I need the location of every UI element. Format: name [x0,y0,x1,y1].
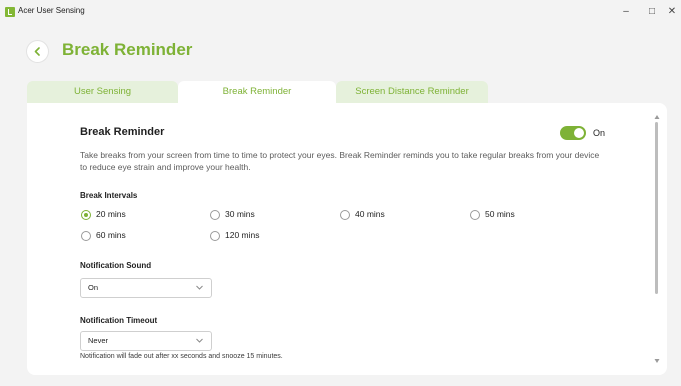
scroll-down-arrow-icon[interactable] [654,358,660,364]
page-title: Break Reminder [62,40,193,59]
radio-empty-icon [210,210,220,220]
title-bar: Acer User Sensing – □ ✕ [0,0,681,26]
tab-break-reminder[interactable]: Break Reminder [178,81,336,103]
toggle-state-label: On [593,128,606,138]
tab-screen-distance-reminder[interactable]: Screen Distance Reminder [336,81,488,103]
interval-option-label: 30 mins [225,209,255,219]
scroll-up-arrow-icon[interactable] [654,114,660,120]
toggle-knob [574,128,584,138]
minimize-button[interactable]: – [615,3,637,21]
chevron-down-icon [196,285,203,290]
back-button[interactable] [27,41,48,62]
tab-user-sensing[interactable]: User Sensing [27,81,178,103]
notification-timeout-label: Notification Timeout [80,316,158,325]
window-title: Acer User Sensing [18,6,85,15]
break-reminder-toggle[interactable] [560,126,586,140]
interval-option-label: 20 mins [96,209,126,219]
chevron-left-icon [34,47,40,56]
radio-empty-icon [210,231,220,241]
radio-selected-icon [81,210,91,220]
timeout-note: Notification will fade out after xx seco… [80,353,283,360]
radio-empty-icon [470,210,480,220]
scrollbar-thumb[interactable] [655,122,658,294]
notification-sound-label: Notification Sound [80,261,152,270]
select-value: Never [88,336,109,345]
interval-option-label: 40 mins [355,209,385,219]
interval-option-label: 60 mins [96,230,126,240]
maximize-button[interactable]: □ [641,3,663,21]
notification-sound-select[interactable]: On [80,278,212,298]
break-intervals-label: Break Intervals [80,191,138,200]
section-description: Take breaks from your screen from time t… [80,150,600,172]
radio-empty-icon [81,231,91,241]
acer-user-sensing-logo-icon [5,7,15,17]
close-button[interactable]: ✕ [661,3,681,21]
chevron-down-icon [196,338,203,343]
radio-empty-icon [340,210,350,220]
select-value: On [88,283,99,292]
section-title: Break Reminder [80,126,165,138]
interval-option-label: 50 mins [485,209,515,219]
interval-option-label: 120 mins [225,230,260,240]
notification-timeout-select[interactable]: Never [80,331,212,351]
